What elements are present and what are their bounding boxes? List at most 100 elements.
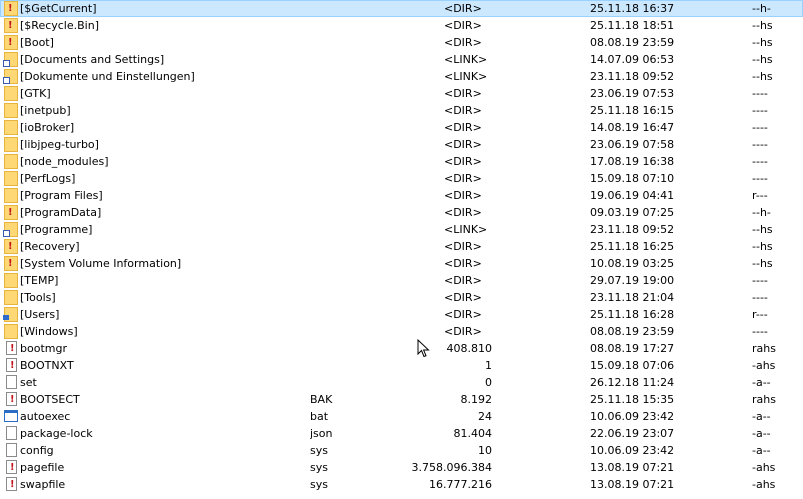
- file-row[interactable]: [TEMP] <DIR> 29.07.19 19:00 ----: [0, 272, 803, 289]
- file-extension: bat: [310, 410, 329, 423]
- file-extension: json: [310, 427, 333, 440]
- file-row[interactable]: bootmgr 408.810 08.08.19 17:27 rahs: [0, 340, 803, 357]
- file-row[interactable]: [node_modules] <DIR> 17.08.19 16:38 ----: [0, 153, 803, 170]
- system-file-icon: [6, 357, 17, 374]
- file-size: <DIR>: [444, 206, 482, 219]
- file-row[interactable]: set 0 26.12.18 11:24 -a--: [0, 374, 803, 391]
- folder-hidden-icon: [4, 238, 18, 255]
- file-attributes: rahs: [752, 342, 776, 355]
- file-date: 13.08.19 07:21: [590, 461, 675, 474]
- file-row[interactable]: [Users] <DIR> 25.11.18 16:28 r---: [0, 306, 803, 323]
- file-name: [inetpub]: [20, 104, 71, 117]
- file-row-icon-cell: [2, 255, 18, 272]
- file-size: <DIR>: [444, 274, 482, 287]
- file-size: <DIR>: [444, 189, 482, 202]
- file-icon: [6, 443, 17, 457]
- file-date: 23.11.18 09:52: [590, 223, 675, 236]
- file-date: 09.03.19 07:25: [590, 206, 675, 219]
- file-row[interactable]: [Windows] <DIR> 08.08.19 23:59 ----: [0, 323, 803, 340]
- file-size: 24: [478, 410, 492, 423]
- file-attributes: --hs: [752, 70, 773, 83]
- file-list[interactable]: [$GetCurrent] <DIR> 25.11.18 16:37 --h- [$Re…: [0, 0, 803, 499]
- file-size: <DIR>: [444, 36, 482, 49]
- file-row[interactable]: [GTK] <DIR> 23.06.19 07:53 ----: [0, 85, 803, 102]
- system-file-icon: [6, 391, 17, 408]
- file-row-icon-cell: [2, 51, 18, 68]
- file-attributes: --hs: [752, 223, 773, 236]
- file-row[interactable]: [Tools] <DIR> 23.11.18 21:04 ----: [0, 289, 803, 306]
- file-row-icon-cell: [2, 374, 18, 391]
- file-attributes: ----: [752, 172, 768, 185]
- folder-link-icon: [3, 222, 18, 237]
- file-extension: [310, 187, 380, 204]
- file-row[interactable]: [Boot] <DIR> 08.08.19 23:59 --hs: [0, 34, 803, 51]
- system-file-icon: [6, 476, 17, 493]
- file-date: 08.08.19 17:27: [590, 342, 675, 355]
- file-row[interactable]: autoexec bat 24 10.06.09 23:42 -a--: [0, 408, 803, 425]
- file-row[interactable]: [Program Files] <DIR> 19.06.19 04:41 r---: [0, 187, 803, 204]
- file-name: [Users]: [20, 308, 60, 321]
- file-size: 1: [485, 359, 492, 372]
- file-row-icon-cell: [2, 136, 18, 153]
- file-row[interactable]: [ProgramData] <DIR> 09.03.19 07:25 --h-: [0, 204, 803, 221]
- file-row[interactable]: [System Volume Information] <DIR> 10.08.19…: [0, 255, 803, 272]
- file-extension: sys: [310, 478, 328, 491]
- folder-hidden-icon: [4, 17, 18, 34]
- file-date: 13.08.19 07:21: [590, 478, 675, 491]
- file-row[interactable]: [Dokumente und Einstellungen] <LINK> 23.11…: [0, 68, 803, 85]
- file-name: [libjpeg-turbo]: [20, 138, 99, 151]
- file-extension: [310, 323, 380, 340]
- file-extension: [310, 153, 380, 170]
- file-row[interactable]: config sys 10 10.06.09 23:42 -a--: [0, 442, 803, 459]
- file-row[interactable]: [Documents and Settings] <LINK> 14.07.09 0…: [0, 51, 803, 68]
- file-attributes: --h-: [752, 206, 771, 219]
- file-attributes: -ahs: [752, 359, 776, 372]
- file-row[interactable]: BOOTSECT BAK 8.192 25.11.18 15:35 rahs: [0, 391, 803, 408]
- file-row-icon-cell: [2, 68, 18, 85]
- folder-icon: [4, 120, 18, 135]
- system-file-icon: [6, 459, 17, 476]
- folder-icon: [4, 324, 18, 339]
- file-attributes: ----: [752, 155, 768, 168]
- file-attributes: rahs: [752, 393, 776, 406]
- file-extension: [310, 340, 380, 357]
- file-row[interactable]: package-lock json 81.404 22.06.19 23:07 -a--: [0, 425, 803, 442]
- folder-icon: [4, 103, 18, 118]
- file-row[interactable]: [$Recycle.Bin] <DIR> 25.11.18 18:51 --hs: [0, 17, 803, 34]
- file-attributes: --hs: [752, 53, 773, 66]
- file-date: 23.11.18 21:04: [590, 291, 675, 304]
- file-extension: [310, 0, 380, 17]
- file-name: [ioBroker]: [20, 121, 75, 134]
- file-extension: BAK: [310, 393, 333, 406]
- file-date: 15.09.18 07:10: [590, 172, 675, 185]
- file-date: 23.06.19 07:58: [590, 138, 675, 151]
- file-extension: [310, 204, 380, 221]
- file-row-icon-cell: [2, 340, 18, 357]
- file-attributes: ----: [752, 121, 768, 134]
- file-name: [Program Files]: [20, 189, 103, 202]
- file-row[interactable]: [PerfLogs] <DIR> 15.09.18 07:10 ----: [0, 170, 803, 187]
- file-row[interactable]: [Programme] <LINK> 23.11.18 09:52 --hs: [0, 221, 803, 238]
- file-row[interactable]: [libjpeg-turbo] <DIR> 23.06.19 07:58 ----: [0, 136, 803, 153]
- file-name: [TEMP]: [20, 274, 59, 287]
- file-date: 23.11.18 09:52: [590, 70, 675, 83]
- file-row[interactable]: pagefile sys 3.758.096.384 13.08.19 07:21 -a…: [0, 459, 803, 476]
- file-size: <LINK>: [444, 223, 488, 236]
- file-size: <DIR>: [444, 138, 482, 151]
- file-date: 15.09.18 07:06: [590, 359, 675, 372]
- file-row[interactable]: BOOTNXT 1 15.09.18 07:06 -ahs: [0, 357, 803, 374]
- folder-icon: [4, 273, 18, 288]
- folder-users-icon: [3, 307, 18, 322]
- file-attributes: ----: [752, 325, 768, 338]
- file-row[interactable]: swapfile sys 16.777.216 13.08.19 07:21 -ahs: [0, 476, 803, 493]
- file-size: <DIR>: [444, 155, 482, 168]
- file-row[interactable]: [$GetCurrent] <DIR> 25.11.18 16:37 --h-: [0, 0, 803, 17]
- file-extension: [310, 34, 380, 51]
- file-row[interactable]: [inetpub] <DIR> 25.11.18 16:15 ----: [0, 102, 803, 119]
- folder-icon: [4, 290, 18, 305]
- file-row[interactable]: [ioBroker] <DIR> 14.08.19 16:47 ----: [0, 119, 803, 136]
- file-extension: [310, 272, 380, 289]
- file-row-icon-cell: [2, 459, 18, 476]
- file-date: 14.08.19 16:47: [590, 121, 675, 134]
- file-row[interactable]: [Recovery] <DIR> 25.11.18 16:25 --hs: [0, 238, 803, 255]
